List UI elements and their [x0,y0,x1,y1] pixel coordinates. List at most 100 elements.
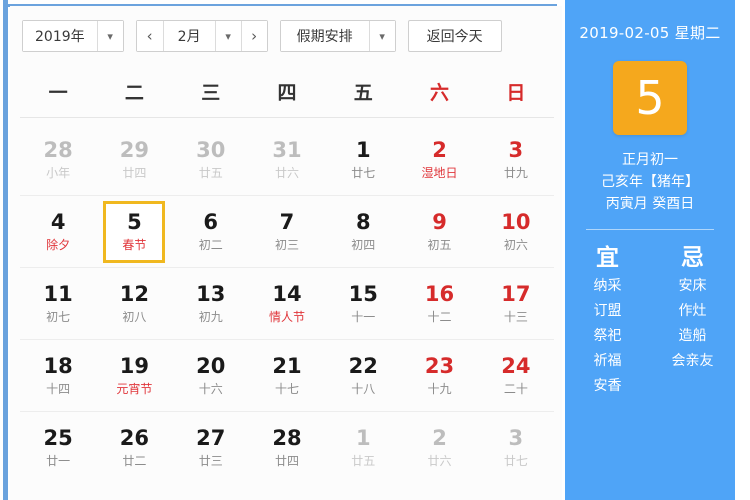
day-cell-content: 26 廿二 [120,426,149,470]
day-number: 12 [119,281,150,306]
day-cell[interactable]: 11 初七 [20,268,96,339]
lunar-sublabel: 廿五 [198,165,223,180]
day-cell-content: 28 廿四 [272,426,301,470]
day-number: 14 [272,281,302,306]
day-cell[interactable]: 10 初六 [478,196,554,267]
day-number: 18 [43,353,73,378]
day-cell-content: 23 十九 [425,354,454,398]
day-cell[interactable]: 20 十六 [173,340,249,411]
day-cell[interactable]: 17 十三 [478,268,554,339]
chevron-down-icon[interactable]: ▾ [96,21,123,51]
day-cell-content: 1 廿七 [351,138,375,182]
day-cell[interactable]: 13 初九 [173,268,249,339]
lunar-sublabel: 廿六 [427,453,452,468]
day-cell[interactable]: 21 十七 [249,340,325,411]
weekday-0: 一 [48,82,68,104]
weekday-1: 二 [124,82,144,104]
day-number: 31 [272,137,302,162]
selection-box: 5 春节 [103,200,166,263]
lunar-sublabel: 春节 [122,237,147,252]
ganzhi-month-day: 丙寅月 癸酉日 [605,196,695,212]
day-cell[interactable]: 24 二十 [478,340,554,411]
day-cell[interactable]: 7 初三 [249,196,325,267]
year-label[interactable]: 2019年 [23,21,97,51]
day-cell-content: 12 初八 [120,282,149,326]
holiday-selector[interactable]: 假期安排 ▾ [279,20,396,52]
day-cell[interactable]: 6 初二 [173,196,249,267]
day-number: 1 [355,137,371,162]
day-number: 27 [196,425,226,450]
sidebar-divider [586,229,714,230]
day-cell[interactable]: 3 廿九 [478,124,554,195]
yi-ji-section: 宜 纳采 订盟 祭祀 祈福 安香 忌 安床 作灶 造船 会亲友 [565,242,735,399]
chevron-down-icon[interactable]: ▾ [368,21,395,51]
day-number: 3 [508,137,524,162]
weekday-3: 四 [277,82,297,104]
day-number: 4 [50,209,66,234]
weekday-5: 六 [430,82,450,104]
lunar-sublabel: 廿四 [122,165,147,180]
calendar-week-row: 11 初七 12 初八 13 初九 14 情人节 15 十一 16 十二 17 十三 [20,268,554,340]
month-selector[interactable]: ‹ 2月 ▾ › [135,20,268,52]
day-cell[interactable]: 3 廿七 [478,412,554,483]
day-cell-content: 18 十四 [44,354,73,398]
day-number: 5 [127,209,142,234]
day-cell[interactable]: 28 廿四 [249,412,325,483]
day-cell-content: 9 初五 [428,210,452,254]
day-cell[interactable]: 26 廿二 [96,412,172,483]
day-cell-selected[interactable]: 5 春节 [96,196,172,267]
day-cell[interactable]: 1 廿五 [325,412,401,483]
ji-items: 安床 作灶 造船 会亲友 [650,274,735,374]
day-cell-content: 11 初七 [44,282,73,326]
day-cell[interactable]: 27 廿三 [173,412,249,483]
day-cell[interactable]: 25 廿一 [20,412,96,483]
day-cell[interactable]: 2 廿六 [401,412,477,483]
day-cell-content: 31 廿六 [272,138,301,182]
day-number: 20 [196,353,226,378]
day-cell[interactable]: 14 情人节 [249,268,325,339]
lunar-sublabel: 廿一 [46,453,71,468]
day-cell-content: 28 小年 [44,138,73,182]
chevron-down-icon[interactable]: ▾ [214,21,241,51]
lunar-sublabel: 十二 [427,309,452,324]
day-cell-content: 27 廿三 [196,426,225,470]
day-cell[interactable]: 19 元宵节 [96,340,172,411]
day-cell-content: 14 情人节 [269,282,305,326]
day-cell[interactable]: 29 廿四 [96,124,172,195]
lunar-sublabel: 廿七 [503,453,528,468]
lunar-sublabel: 湿地日 [421,165,458,180]
yi-item: 纳采 [593,278,622,294]
lunar-day: 正月初一 [622,152,678,168]
day-cell[interactable]: 8 初四 [325,196,401,267]
day-cell[interactable]: 30 廿五 [173,124,249,195]
day-cell[interactable]: 23 十九 [401,340,477,411]
day-cell-content: 7 初三 [275,210,299,254]
day-cell[interactable]: 18 十四 [20,340,96,411]
day-cell[interactable]: 2 湿地日 [401,124,477,195]
yi-header: 宜 [596,245,619,271]
day-number: 13 [196,281,226,306]
yi-item: 安香 [593,378,622,394]
day-cell[interactable]: 28 小年 [20,124,96,195]
day-cell[interactable]: 4 除夕 [20,196,96,267]
day-cell[interactable]: 12 初八 [96,268,172,339]
day-cell[interactable]: 16 十二 [401,268,477,339]
lunar-sublabel: 初四 [351,237,376,252]
next-month-button[interactable]: › [240,21,267,51]
back-to-today-button[interactable]: 返回今天 [407,20,502,52]
lunar-sublabel: 十一 [351,309,376,324]
month-label[interactable]: 2月 [162,21,215,51]
day-cell[interactable]: 22 十八 [325,340,401,411]
holiday-label[interactable]: 假期安排 [280,21,369,51]
year-selector[interactable]: 2019年 ▾ [22,20,124,52]
day-cell[interactable]: 15 十一 [325,268,401,339]
day-cell[interactable]: 1 廿七 [325,124,401,195]
day-cell[interactable]: 9 初五 [401,196,477,267]
lunar-sublabel: 廿二 [122,453,147,468]
lunar-sublabel: 廿四 [274,453,299,468]
day-cell[interactable]: 31 廿六 [249,124,325,195]
prev-month-button[interactable]: ‹ [136,21,163,51]
lunar-sublabel: 廿六 [274,165,299,180]
day-cell-content: 10 初六 [501,210,530,254]
weekday-4: 五 [353,82,373,104]
